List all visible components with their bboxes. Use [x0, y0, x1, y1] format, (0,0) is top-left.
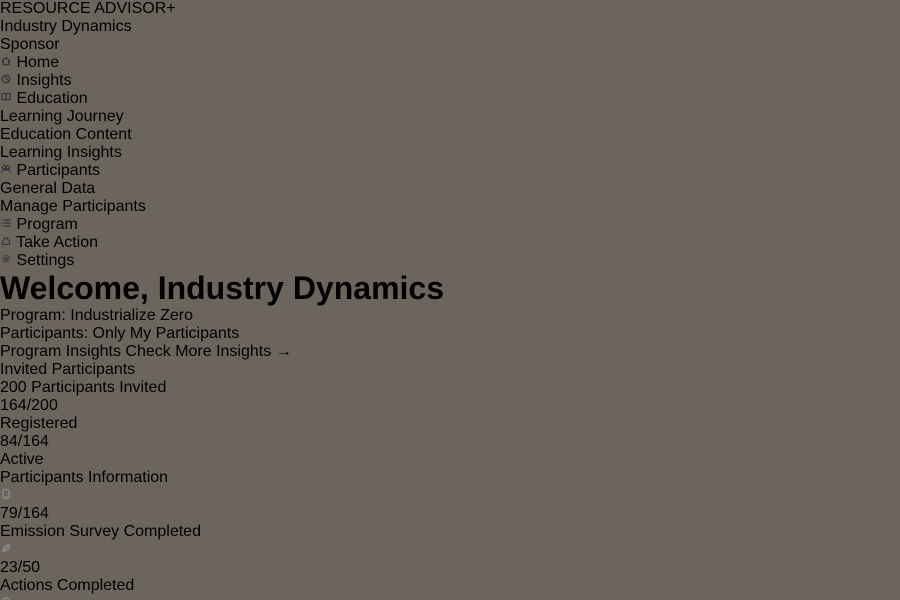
room-background [0, 0, 900, 600]
